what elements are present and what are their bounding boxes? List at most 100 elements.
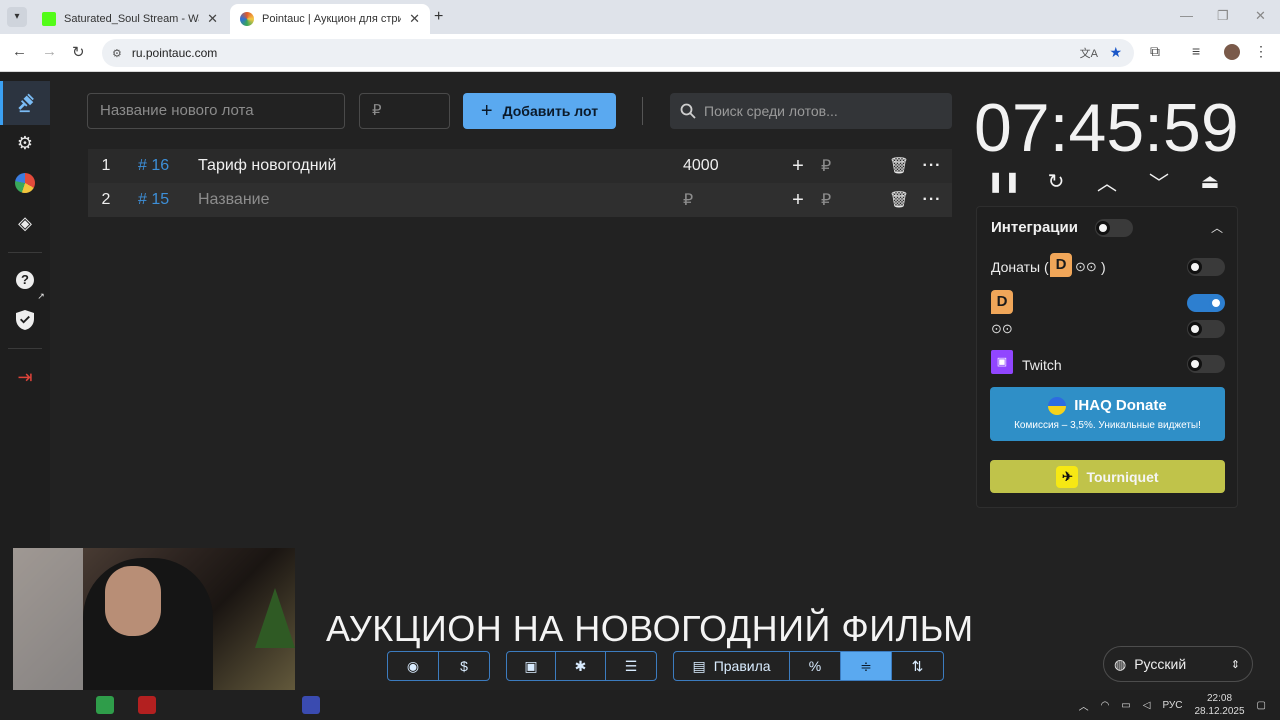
donate-dollar-icon[interactable]: $	[439, 652, 489, 680]
reload-icon[interactable]: ↻	[72, 43, 85, 61]
address-bar-row: ← → ↻ ⚙ ru.pointauc.com 文A ★ ⧉ ≡ ⋮	[0, 34, 1280, 72]
add-time-icon[interactable]: ︿	[1093, 167, 1121, 195]
kick-favicon-icon	[42, 12, 56, 26]
new-tab-button[interactable]: +	[434, 8, 443, 26]
notifications-icon[interactable]: ▢	[1257, 700, 1266, 711]
back-icon[interactable]: ←	[12, 43, 27, 60]
shield-icon[interactable]	[14, 309, 36, 331]
help-icon[interactable]: ?	[14, 269, 36, 291]
tourniquet-button[interactable]: ✈ Tourniquet	[990, 460, 1225, 493]
profile-avatar[interactable]	[1224, 44, 1240, 60]
reset-icon[interactable]: ↻	[1042, 167, 1070, 195]
chrome-taskbar-icon[interactable]	[96, 696, 114, 714]
donationalerts-icon: D	[991, 290, 1013, 314]
lot-name[interactable]: Тариф новогодний	[198, 157, 683, 175]
delete-icon[interactable]: 🗑	[881, 156, 917, 176]
percent-icon[interactable]: %	[790, 652, 841, 680]
app-taskbar-icon[interactable]	[138, 696, 156, 714]
sort-icon[interactable]: ⇅	[892, 652, 943, 680]
sidebar-divider	[8, 348, 42, 349]
system-clock[interactable]: 22:08 28.12.2025	[1194, 692, 1244, 718]
wheel-icon	[15, 173, 35, 193]
tourniquet-label: Tourniquet	[1086, 468, 1159, 485]
media-control-icon[interactable]: ≡	[1192, 43, 1200, 59]
add-lot-button[interactable]: + Добавить лот	[463, 93, 616, 129]
donationalerts-toggle[interactable]	[1187, 294, 1225, 312]
close-window-icon[interactable]: ✕	[1255, 8, 1266, 24]
donatepay-icon: ⊙⊙	[991, 321, 1013, 336]
lot-amount[interactable]: 4000	[683, 157, 781, 175]
rules-button[interactable]: ▤ Правила	[674, 652, 790, 680]
forward-icon[interactable]: →	[42, 43, 57, 60]
translate-icon[interactable]: 文A	[1080, 45, 1098, 61]
more-options-icon[interactable]: ···	[917, 191, 947, 209]
delete-icon[interactable]: 🗑	[881, 190, 917, 210]
lot-id[interactable]: # 16	[124, 157, 198, 175]
tray-chevron-icon[interactable]: ︿	[1079, 698, 1089, 713]
subtract-time-icon[interactable]: ﹀	[1145, 167, 1173, 195]
language-select[interactable]: ◍ Русский ⇕	[1103, 646, 1253, 682]
save-icon[interactable]: ▣	[507, 652, 556, 680]
bookmark-star-icon[interactable]: ★	[1109, 44, 1122, 61]
compact-view-icon[interactable]: ≑	[841, 652, 892, 680]
site-info-icon[interactable]: ⚙	[112, 47, 122, 60]
browser-tab-bar: ▾ Saturated_Soul Stream - Watch ✕ Pointa…	[0, 0, 1280, 34]
tab-kick-stream[interactable]: Saturated_Soul Stream - Watch ✕	[32, 4, 228, 34]
keyboard-language[interactable]: РУС	[1162, 700, 1182, 711]
lot-row: 2 # 15 Название ₽ + ₽ 🗑 ···	[88, 183, 952, 217]
maximize-icon[interactable]: ❐	[1217, 8, 1229, 24]
rules-icon: ▤	[692, 657, 706, 674]
tools-button-group: ▣ ✱ ☰	[506, 651, 657, 681]
more-options-icon[interactable]: ···	[917, 157, 947, 175]
plus-icon: +	[480, 99, 493, 122]
pause-icon[interactable]: ❚❚	[987, 167, 1021, 195]
webcam-overlay	[13, 548, 295, 706]
ihaq-donate-button[interactable]: IHAQ Donate Комиссия – 3,5%. Уникальные …	[990, 387, 1225, 441]
stream-banner: АУКЦИОН НА НОВОГОДНИЙ ФИЛЬМ	[326, 608, 974, 649]
double-time-icon[interactable]: ⏏	[1196, 167, 1224, 195]
url-field[interactable]: ⚙ ru.pointauc.com 文A ★	[102, 39, 1134, 67]
view-button-group: ▤ Правила % ≑ ⇅	[673, 651, 944, 681]
layers-icon[interactable]: ◈	[14, 212, 36, 234]
donatepay-toggle[interactable]	[1187, 320, 1225, 338]
volume-icon[interactable]: ◁	[1143, 700, 1151, 711]
tab-search-button[interactable]: ▾	[7, 7, 27, 27]
settings-icon[interactable]: ⚙	[14, 132, 36, 154]
rules-label: Правила	[713, 658, 771, 674]
integrations-master-toggle[interactable]	[1095, 219, 1133, 237]
battery-icon[interactable]: ▭	[1121, 700, 1130, 711]
extra-amount-input[interactable]: ₽	[815, 156, 881, 176]
lot-name[interactable]: Название	[198, 191, 683, 209]
clear-list-icon[interactable]: ☰	[606, 652, 656, 680]
donations-toggle[interactable]	[1187, 258, 1225, 276]
app-taskbar-icon[interactable]	[302, 696, 320, 714]
logout-icon[interactable]: ⇥	[14, 366, 36, 388]
close-tab-icon[interactable]: ✕	[207, 11, 218, 27]
close-tab-icon[interactable]: ✕	[409, 11, 420, 27]
wifi-icon[interactable]: ◠	[1101, 700, 1110, 711]
extra-amount-input[interactable]: ₽	[815, 190, 881, 210]
minimize-icon[interactable]: —	[1180, 8, 1193, 23]
lot-amount-input[interactable]: ₽	[359, 93, 450, 129]
search-placeholder: Поиск среди лотов...	[704, 103, 838, 119]
lot-name-input[interactable]: Название нового лота	[87, 93, 345, 129]
lot-id[interactable]: # 15	[124, 191, 198, 209]
menu-icon[interactable]: ⋮	[1254, 43, 1268, 60]
twitch-toggle[interactable]	[1187, 355, 1225, 373]
lot-search-input[interactable]: Поиск среди лотов...	[670, 93, 952, 129]
add-amount-icon[interactable]: +	[781, 155, 815, 178]
donations-label: Донаты (	[991, 259, 1049, 275]
add-lot-label: Добавить лот	[502, 103, 599, 119]
sidebar-item-wheel[interactable]	[14, 172, 36, 194]
clock-time: 22:08	[1207, 693, 1233, 704]
extensions-icon[interactable]: ⧉	[1150, 43, 1160, 60]
github-icon[interactable]: ◉	[388, 652, 439, 680]
tab-pointauc[interactable]: Pointauc | Аукцион для стриме ✕	[230, 4, 430, 34]
bug-icon[interactable]: ✱	[556, 652, 606, 680]
sidebar-item-auction[interactable]	[0, 81, 50, 125]
pointauc-favicon-icon	[240, 12, 254, 26]
chevron-up-icon[interactable]: ︿	[1211, 219, 1223, 236]
external-link-icon: ↗	[37, 290, 45, 301]
add-amount-icon[interactable]: +	[781, 189, 815, 212]
lot-amount[interactable]: ₽	[683, 190, 781, 210]
